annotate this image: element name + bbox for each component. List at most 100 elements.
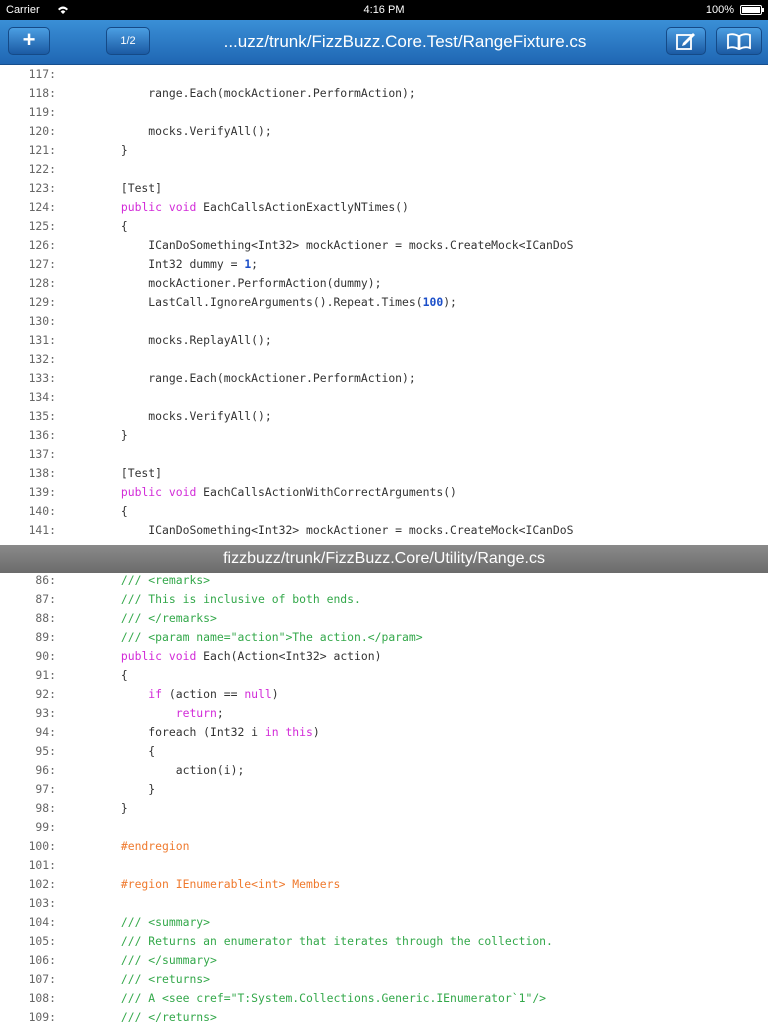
line-number: 91: [35,668,56,682]
line-number: 133: [28,371,56,385]
code-token: /// <param name="action">The action.</pa… [66,630,423,644]
code-line: 125: { [0,217,768,236]
code-text: public void EachCallsActionExactlyNTimes… [66,198,409,217]
edit-button[interactable] [666,27,706,55]
code-line: 91: { [0,666,768,685]
code-line: 97: } [0,780,768,799]
code-token: mockActioner.PerformAction(dummy); [66,276,382,290]
code-text: { [66,217,128,236]
code-text: action(i); [66,761,245,780]
line-number: 127: [28,257,56,271]
line-number: 87: [35,592,56,606]
line-number: 129: [28,295,56,309]
code-text: /// <remarks> [66,573,210,590]
line-number: 109: [28,1010,56,1024]
code-token: /// Returns an enumerator that iterates … [66,934,553,948]
add-button[interactable]: + [8,27,50,55]
code-token: if [148,687,163,701]
line-number: 108: [28,991,56,1005]
code-line: 137: [0,445,768,464]
status-time: 4:16 PM [363,4,405,16]
code-text: /// </remarks> [66,609,217,628]
code-text: /// Returns an enumerator that iterates … [66,932,553,951]
line-number: 100: [28,839,56,853]
line-number: 140: [28,504,56,518]
code-line: 107: /// <returns> [0,970,768,989]
code-token: } [66,143,128,157]
code-token: /// </remarks> [66,611,217,625]
code-text: mocks.VerifyAll(); [66,122,271,141]
line-number: 139: [28,485,56,499]
line-number: 98: [35,801,56,815]
code-line: 96: action(i); [0,761,768,780]
file-title: ...uzz/trunk/FizzBuzz.Core.Test/RangeFix… [223,32,587,51]
code-token: ICanDoSomething<Int32> mockActioner = mo… [66,523,574,537]
code-line: 121: } [0,141,768,160]
code-text: { [66,666,128,685]
code-text: mocks.ReplayAll(); [66,331,272,350]
code-token: mocks.ReplayAll(); [66,333,272,347]
code-line: 123: [Test] [0,179,768,198]
code-line: 102: #region IEnumerable<int> Members [0,875,768,894]
line-number: 131: [28,333,56,347]
code-token: ) [271,687,279,701]
battery-percent: 100% [705,4,734,16]
code-line: 122: [0,160,768,179]
code-text: foreach (Int32 i in this) [66,723,319,742]
line-number: 103: [28,896,56,910]
line-number: 96: [35,763,56,777]
code-line: 139: public void EachCallsActionWithCorr… [0,483,768,502]
code-line: 86: /// <remarks> [0,573,768,590]
code-text: /// <param name="action">The action.</pa… [66,628,423,647]
page-indicator-button[interactable]: 1/2 [106,27,150,55]
code-token: EachCallsActionExactlyNTimes() [196,200,409,214]
line-number: 105: [28,934,56,948]
code-token: } [66,782,156,796]
code-text: public void Each(Action<Int32> action) [66,647,382,666]
bookmarks-button[interactable] [716,27,762,55]
code-token: { [66,668,128,682]
line-number: 125: [28,219,56,233]
split-divider[interactable]: fizzbuzz/trunk/FizzBuzz.Core/Utility/Ran… [0,545,768,573]
code-line: 92: if (action == null) [0,685,768,704]
code-token: /// <returns> [66,972,211,986]
line-number: 117: [28,67,56,81]
code-token: action(i); [66,763,245,777]
code-text: mockActioner.PerformAction(dummy); [66,274,381,293]
line-number: 119: [28,105,56,119]
line-number: 121: [28,143,56,157]
line-number: 101: [28,858,56,872]
code-text: range.Each(mockActioner.PerformAction); [66,84,415,103]
code-token: public void [120,200,197,214]
code-text: mocks.VerifyAll(); [66,407,271,426]
code-token: foreach (Int32 i [66,725,265,739]
code-text: /// A <see cref="T:System.Collections.Ge… [66,989,553,1008]
code-text: /// <returns> [66,970,210,989]
code-token: null [244,687,272,701]
code-text: range.Each(mockActioner.PerformAction); [66,369,416,388]
bottom-code-pane[interactable]: 86: /// <remarks> 87: /// This is inclusi… [0,573,768,1024]
code-line: 117: [0,65,768,84]
code-line: 105: /// Returns an enumerator that iter… [0,932,768,951]
top-code-pane[interactable]: 117: 118: range.Each(mockActioner.Perform… [0,65,768,545]
line-number: 95: [35,744,56,758]
code-token: range.Each(mockActioner.PerformAction); [66,371,416,385]
code-line: 103: [0,894,768,913]
code-line: 126: ICanDoSomething<Int32> mockActioner… [0,236,768,255]
code-line: 133: range.Each(mockActioner.PerformActi… [0,369,768,388]
code-line: 135: mocks.VerifyAll(); [0,407,768,426]
line-number: 93: [35,706,56,720]
code-text: } [66,799,128,818]
line-number: 86: [35,573,56,587]
code-token: (action == [162,687,245,701]
code-token: ICanDoSomething<Int32> mockActioner = mo… [66,238,574,252]
code-token: /// <summary> [66,915,211,929]
code-line: 124: public void EachCallsActionExactlyN… [0,198,768,217]
code-line: 99: [0,818,768,837]
code-token: /// </returns> [66,1010,217,1024]
code-line: 130: [0,312,768,331]
code-line: 98: } [0,799,768,818]
code-token: Int32 dummy = [66,257,245,271]
code-text: if (action == null) [66,685,279,704]
